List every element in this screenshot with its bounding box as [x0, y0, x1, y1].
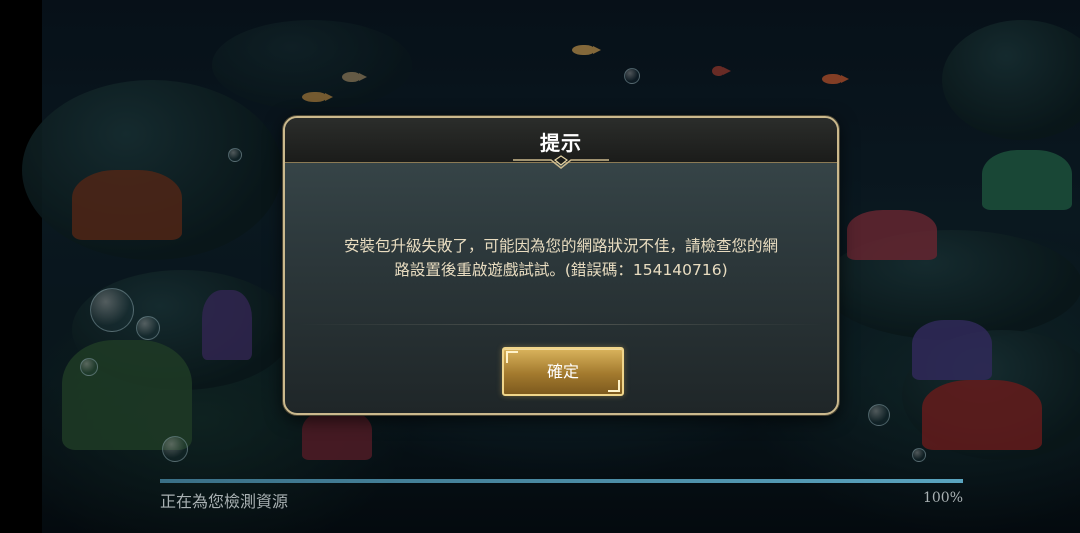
message-line: 路設置後重啟遊戲試試。(錯誤碼：154140716): [394, 261, 728, 279]
loading-progress-bar: [160, 479, 963, 483]
dialog-title: 提示: [540, 131, 582, 155]
alert-dialog: 提示 安裝包升級失敗了，可能因為您的網路狀況不佳，請檢查您的網 路設置後重啟遊戲…: [283, 116, 839, 415]
message-line: 安裝包升級失敗了，可能因為您的網路狀況不佳，請檢查您的網: [343, 237, 778, 255]
loading-percent: 100%: [922, 490, 963, 506]
button-corner: [608, 380, 620, 392]
game-screen: 提示 安裝包升級失敗了，可能因為您的網路狀況不佳，請檢查您的網 路設置後重啟遊戲…: [0, 0, 1080, 533]
loading-progress-fill: [160, 479, 963, 483]
confirm-button[interactable]: 確定: [502, 347, 624, 396]
dialog-message: 安裝包升級失敗了，可能因為您的網路狀況不佳，請檢查您的網 路設置後重啟遊戲試試。…: [299, 234, 823, 282]
button-corner: [506, 351, 518, 363]
divider: [299, 324, 823, 325]
confirm-button-label: 確定: [546, 362, 579, 381]
title-ornament-icon: [513, 155, 609, 169]
loading-status-text: 正在為您檢測資源: [160, 492, 289, 511]
